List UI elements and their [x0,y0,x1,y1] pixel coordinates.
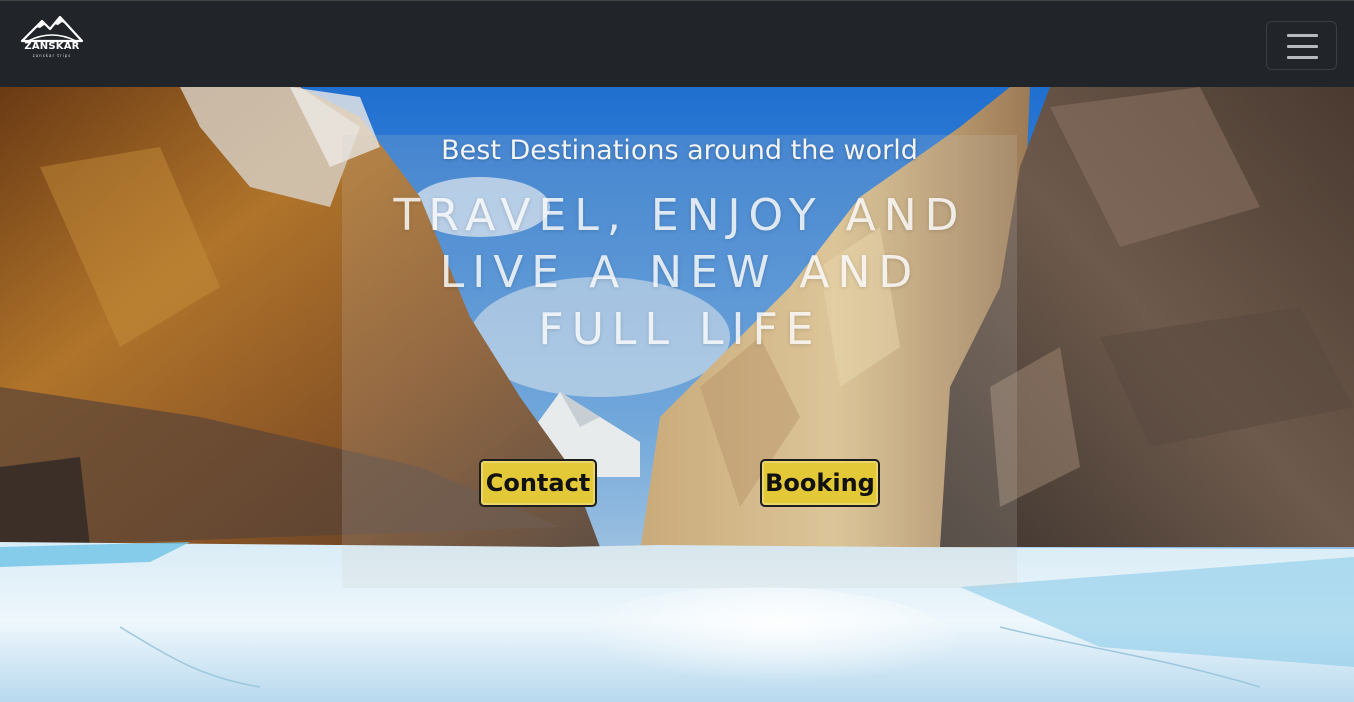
brand-logo[interactable]: ZANSKAR zanskar trips [20,13,84,59]
hero-section: Best Destinations around the world TRAVE… [0,87,1354,702]
logo-text: ZANSKAR [24,41,80,52]
hero-subtitle: Best Destinations around the world [441,135,918,166]
logo-subtext: zanskar trips [32,53,72,58]
headline-line-2: LIVE A NEW AND [439,247,921,298]
page: ZANSKAR zanskar trips Best Destinations … [0,0,1354,702]
contact-button[interactable]: Contact [479,459,597,507]
menu-toggle-button[interactable] [1266,21,1337,70]
headline-line-3: FULL LIFE [538,304,822,355]
headline-line-1: TRAVEL, ENJOY AND [393,190,967,241]
navbar: ZANSKAR zanskar trips [0,0,1354,87]
booking-button[interactable]: Booking [760,459,880,507]
hero-headline: TRAVEL, ENJOY AND LIVE A NEW AND FULL LI… [330,187,1030,358]
mountain-logo-icon [20,15,84,43]
